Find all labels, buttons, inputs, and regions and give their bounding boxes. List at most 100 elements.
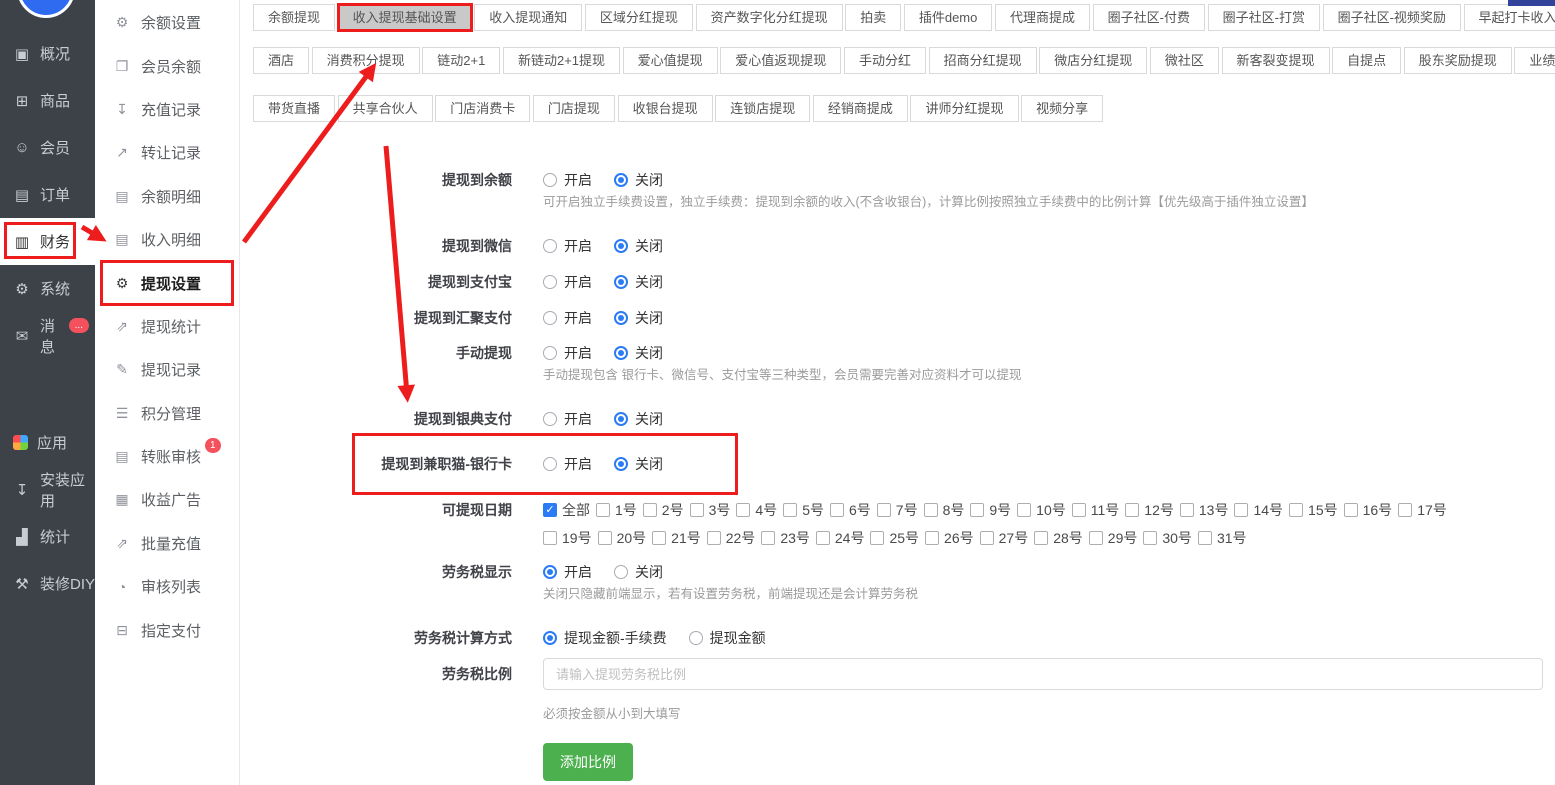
day-checkbox[interactable]: 5号	[783, 500, 824, 520]
radio-close[interactable]: 关闭	[614, 562, 663, 582]
tab[interactable]: 自提点	[1332, 47, 1401, 74]
radio-close[interactable]: 关闭	[614, 170, 663, 190]
sidebar-item[interactable]: ▟ 统计	[0, 513, 95, 560]
day-checkbox[interactable]: 7号	[877, 500, 918, 520]
tax-ratio-input[interactable]	[543, 658, 1543, 690]
radio-open[interactable]: 开启	[543, 562, 592, 582]
tab[interactable]: 视频分享	[1021, 95, 1103, 122]
submenu-item[interactable]: ☰ 积分管理	[95, 392, 239, 435]
day-checkbox[interactable]: 9号	[970, 500, 1011, 520]
tab[interactable]: 余额提现	[253, 4, 335, 31]
sidebar-item[interactable]: ↧ 安装应用	[0, 466, 95, 513]
day-checkbox[interactable]: 22号	[707, 528, 756, 548]
radio-close[interactable]: 关闭	[614, 343, 663, 363]
sidebar-item[interactable]: ▤ 订单	[0, 171, 95, 218]
day-checkbox[interactable]: 29号	[1089, 528, 1138, 548]
sidebar-item[interactable]: 应用	[0, 419, 95, 466]
day-checkbox[interactable]: 4号	[736, 500, 777, 520]
tab[interactable]: 新链动2+1提现	[503, 47, 620, 74]
submenu-item[interactable]: ↧ 充值记录	[95, 88, 239, 131]
submenu-item[interactable]: ⚙ 余额设置	[95, 1, 239, 44]
tab[interactable]: 爱心值提现	[623, 47, 718, 74]
day-checkbox[interactable]: 21号	[652, 528, 701, 548]
tab[interactable]: 微社区	[1150, 47, 1219, 74]
submenu-item[interactable]: ⇗ 提现统计	[95, 305, 239, 348]
day-checkbox[interactable]: 28号	[1034, 528, 1083, 548]
sidebar-item[interactable]: ✉ 消息 ...	[0, 312, 95, 359]
day-checkbox[interactable]: 13号	[1180, 500, 1229, 520]
radio-amount-minus-fee[interactable]: 提现金额-手续费	[543, 628, 667, 648]
tab[interactable]: 收银台提现	[618, 95, 713, 122]
tab[interactable]: 资产数字化分红提现	[696, 4, 843, 31]
day-checkbox[interactable]: 17号	[1398, 500, 1447, 520]
sidebar-item[interactable]: ▥ 财务	[0, 218, 95, 265]
day-checkbox[interactable]: 26号	[925, 528, 974, 548]
day-checkbox[interactable]: 23号	[761, 528, 810, 548]
radio-open[interactable]: 开启	[543, 272, 592, 292]
radio-open[interactable]: 开启	[543, 454, 592, 474]
day-checkbox[interactable]: 6号	[830, 500, 871, 520]
tab[interactable]: 圈子社区-付费	[1093, 4, 1205, 31]
radio-open[interactable]: 开启	[543, 343, 592, 363]
day-checkbox[interactable]: 3号	[690, 500, 731, 520]
tab[interactable]: 招商分红提现	[929, 47, 1037, 74]
tab[interactable]: 收入提现基础设置	[338, 4, 472, 31]
sidebar-item[interactable]: ▣ 概况	[0, 30, 95, 77]
tab[interactable]: 经销商提成	[813, 95, 908, 122]
tab[interactable]: 业绩奖励提现	[1514, 47, 1555, 74]
tab[interactable]: 收入提现通知	[474, 4, 582, 31]
submenu-item[interactable]: ▤ 余额明细	[95, 175, 239, 218]
radio-close[interactable]: 关闭	[614, 308, 663, 328]
day-checkbox[interactable]: 20号	[598, 528, 647, 548]
tab[interactable]: 门店提现	[533, 95, 615, 122]
tab[interactable]: 连锁店提现	[715, 95, 810, 122]
tab[interactable]: 共享合伙人	[338, 95, 433, 122]
tab[interactable]: 圈子社区-视频奖励	[1323, 4, 1461, 31]
tab[interactable]: 区域分红提现	[585, 4, 693, 31]
day-checkbox[interactable]: 10号	[1017, 500, 1066, 520]
radio-open[interactable]: 开启	[543, 308, 592, 328]
add-ratio-button[interactable]: 添加比例	[543, 743, 633, 781]
tab[interactable]: 代理商提成	[995, 4, 1090, 31]
submenu-item[interactable]: ❐ 会员余额	[95, 44, 239, 87]
day-checkbox[interactable]: 12号	[1125, 500, 1174, 520]
day-checkbox[interactable]: 8号	[924, 500, 965, 520]
radio-open[interactable]: 开启	[543, 170, 592, 190]
tab[interactable]: 酒店	[253, 47, 309, 74]
tab[interactable]: 微店分红提现	[1039, 47, 1147, 74]
day-checkbox[interactable]: 31号	[1198, 528, 1247, 548]
tab[interactable]: 门店消费卡	[435, 95, 530, 122]
submenu-item[interactable]: ◔ 审核列表	[95, 565, 239, 608]
tab[interactable]: 讲师分红提现	[910, 95, 1018, 122]
submenu-item[interactable]: ▤ 转账审核 1	[95, 435, 239, 478]
submenu-item[interactable]: ↗ 转让记录	[95, 131, 239, 174]
day-checkbox[interactable]: 15号	[1289, 500, 1338, 520]
day-checkbox[interactable]: 2号	[643, 500, 684, 520]
tab[interactable]: 股东奖励提现	[1404, 47, 1512, 74]
sidebar-item[interactable]: ☺ 会员	[0, 124, 95, 171]
radio-close[interactable]: 关闭	[614, 236, 663, 256]
sidebar-item[interactable]: ⊞ 商品	[0, 77, 95, 124]
sidebar-item[interactable]: ⚒ 装修DIY	[0, 560, 95, 607]
sidebar-item[interactable]: ⚙ 系统	[0, 265, 95, 312]
tab[interactable]: 圈子社区-打赏	[1208, 4, 1320, 31]
radio-amount[interactable]: 提现金额	[689, 628, 766, 648]
day-checkbox[interactable]: 14号	[1234, 500, 1283, 520]
day-checkbox[interactable]: 11号	[1072, 500, 1120, 520]
tab[interactable]: 插件demo	[904, 4, 993, 31]
tab[interactable]: 带货直播	[253, 95, 335, 122]
radio-close[interactable]: 关闭	[614, 454, 663, 474]
radio-close[interactable]: 关闭	[614, 409, 663, 429]
radio-close[interactable]: 关闭	[614, 272, 663, 292]
submenu-item[interactable]: ▤ 收入明细	[95, 218, 239, 261]
tab[interactable]: 早起打卡收入提现	[1464, 4, 1555, 31]
tab[interactable]: 手动分红	[844, 47, 926, 74]
submenu-item[interactable]: ⇗ 批量充值	[95, 522, 239, 565]
day-checkbox-all[interactable]: 全部	[543, 500, 590, 520]
day-checkbox[interactable]: 1号	[596, 500, 637, 520]
tab[interactable]: 消费积分提现	[312, 47, 420, 74]
day-checkbox[interactable]: 16号	[1344, 500, 1393, 520]
tab[interactable]: 链动2+1	[422, 47, 500, 74]
app-logo[interactable]	[17, 0, 75, 18]
submenu-item[interactable]: ▦ 收益广告	[95, 478, 239, 521]
